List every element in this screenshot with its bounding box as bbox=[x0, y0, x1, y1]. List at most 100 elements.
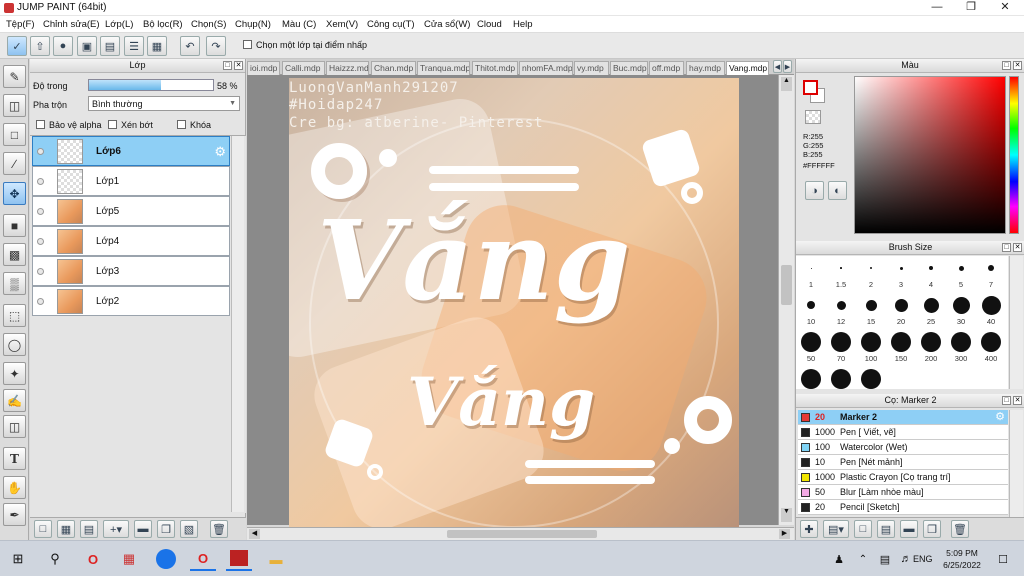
eyedropper-tool-icon[interactable]: ✒ bbox=[3, 503, 26, 526]
search-icon[interactable]: ⚲ bbox=[42, 547, 68, 571]
scroll-thumb[interactable] bbox=[447, 530, 597, 538]
clock[interactable]: 5:09 PM 6/25/2022 bbox=[940, 547, 984, 571]
duplicate-tool-icon[interactable]: ❐ bbox=[923, 520, 941, 538]
brush-size-dot[interactable] bbox=[981, 295, 1001, 315]
duplicate-layer-icon[interactable]: ❐ bbox=[157, 520, 175, 538]
brush-size-dot[interactable] bbox=[891, 332, 911, 352]
clipping-checkbox[interactable] bbox=[108, 120, 117, 129]
panel-close-icon[interactable]: ✕ bbox=[1013, 243, 1022, 252]
tab-off[interactable]: off.mdp bbox=[649, 61, 684, 75]
document-icon[interactable]: ▤ bbox=[100, 36, 120, 56]
hand-tool-icon[interactable]: ✋ bbox=[3, 476, 26, 499]
color-picker-square[interactable] bbox=[854, 76, 1006, 234]
menu-file[interactable]: Tệp(F) bbox=[6, 19, 35, 30]
visibility-icon[interactable] bbox=[37, 298, 44, 305]
select-eraser-tool-icon[interactable]: ◫ bbox=[3, 415, 26, 438]
gear-icon[interactable]: ⚙ bbox=[214, 144, 226, 160]
folder-icon[interactable]: ▬ bbox=[134, 520, 152, 538]
layer-row[interactable]: Lớp1 bbox=[32, 166, 230, 196]
tool-row[interactable]: 1000 Plastic Crayon [Cọ trang trí] bbox=[798, 470, 1008, 485]
panel-close-icon[interactable]: ✕ bbox=[1013, 396, 1022, 405]
tab-vang[interactable]: Vang.mdp bbox=[726, 61, 769, 75]
select-layer-checkbox[interactable] bbox=[243, 40, 252, 49]
brush-size-dot[interactable] bbox=[801, 332, 821, 352]
visibility-icon[interactable] bbox=[37, 238, 44, 245]
scroll-thumb[interactable] bbox=[781, 265, 792, 305]
check-icon[interactable]: ✓ bbox=[7, 36, 27, 56]
undo-icon[interactable]: ↶ bbox=[180, 36, 200, 56]
chat-icon[interactable]: ▣ bbox=[77, 36, 97, 56]
menu-capture[interactable]: Chụp(N) bbox=[235, 19, 271, 30]
visibility-icon[interactable] bbox=[37, 208, 44, 215]
lock-option[interactable]: Khóa bbox=[177, 120, 211, 130]
hue-slider[interactable] bbox=[1009, 76, 1019, 234]
brush-size-dot[interactable] bbox=[981, 332, 1001, 352]
gear-icon[interactable]: ⚙ bbox=[995, 410, 1005, 424]
panel-float-icon[interactable]: □ bbox=[1002, 243, 1011, 252]
tab-tranqua[interactable]: Tranqua.mdp bbox=[417, 61, 470, 75]
tab-prev-icon[interactable]: ◀ bbox=[773, 60, 782, 73]
brush-size-dot[interactable] bbox=[921, 332, 941, 352]
panel-float-icon[interactable]: □ bbox=[1002, 396, 1011, 405]
brush-size-dot[interactable] bbox=[870, 267, 872, 269]
layer-row[interactable]: Lớp6 ⚙ bbox=[32, 136, 230, 166]
brush-size-dot[interactable] bbox=[810, 267, 812, 269]
move-tool-icon[interactable]: ✥ bbox=[3, 182, 26, 205]
tool-list-scrollbar[interactable] bbox=[1009, 410, 1023, 518]
brush-size-dot[interactable] bbox=[861, 369, 881, 389]
add-tool-icon[interactable]: ✚ bbox=[800, 520, 818, 538]
opera-icon[interactable]: O bbox=[190, 547, 216, 571]
brush-size-dot[interactable] bbox=[899, 266, 903, 270]
minimize-button[interactable]: — bbox=[920, 0, 954, 16]
brush-size-dot[interactable] bbox=[929, 266, 933, 270]
opera-icon[interactable]: O bbox=[80, 547, 106, 571]
brush-tool-icon[interactable]: ✎ bbox=[3, 65, 26, 88]
scroll-left-icon[interactable]: ◀ bbox=[249, 529, 260, 539]
layer-row[interactable]: Lớp4 bbox=[32, 226, 230, 256]
tool-row[interactable]: 1000 Pen [ Viết, vẽ] bbox=[798, 425, 1008, 440]
panel-float-icon[interactable]: □ bbox=[223, 61, 232, 70]
line-tool-icon[interactable]: ∕ bbox=[3, 152, 26, 175]
blend-mode-select[interactable]: Bình thường ▼ bbox=[88, 96, 240, 111]
folder-icon[interactable]: ▬ bbox=[900, 520, 918, 538]
panel-close-icon[interactable]: ✕ bbox=[1013, 61, 1022, 70]
notification-icon[interactable]: ☐ bbox=[990, 547, 1016, 571]
layer-scrollbar[interactable] bbox=[231, 136, 244, 512]
tool-row[interactable]: 50 Blur [Làm nhòe màu] bbox=[798, 485, 1008, 500]
brush-size-dot[interactable] bbox=[831, 332, 851, 352]
canvas[interactable]: LuongVanManh291207 #Hoidap247 Cre bg: at… bbox=[289, 78, 739, 527]
menu-cloud[interactable]: Cloud bbox=[477, 19, 502, 30]
tool-doc-icon[interactable]: □ bbox=[854, 520, 872, 538]
lock-checkbox[interactable] bbox=[177, 120, 186, 129]
menu-view[interactable]: Xem(V) bbox=[326, 19, 358, 30]
brush-size-dot[interactable] bbox=[807, 301, 815, 309]
new-layer-icon[interactable]: □ bbox=[34, 520, 52, 538]
brush-size-dot[interactable] bbox=[861, 332, 881, 352]
brush-size-dot[interactable] bbox=[923, 297, 939, 313]
file-explorer-icon[interactable]: ▬ bbox=[263, 547, 289, 571]
brush-size-dot[interactable] bbox=[988, 265, 994, 271]
menu-select[interactable]: Chọn(S) bbox=[191, 19, 226, 30]
lasso-tool-icon[interactable]: ◯ bbox=[3, 333, 26, 356]
protect-alpha-checkbox[interactable] bbox=[36, 120, 45, 129]
language-indicator[interactable]: ENG bbox=[913, 554, 933, 564]
brush-size-dot[interactable] bbox=[831, 369, 851, 389]
shape-tool-icon[interactable]: □ bbox=[3, 123, 26, 146]
foreground-color-swatch[interactable] bbox=[803, 80, 818, 95]
menu-layer[interactable]: Lớp(L) bbox=[105, 19, 133, 30]
layer-row[interactable]: Lớp5 bbox=[32, 196, 230, 226]
people-icon[interactable]: ♟ bbox=[826, 547, 852, 571]
fill-rect-tool-icon[interactable]: ■ bbox=[3, 214, 26, 237]
merge-layer-icon[interactable]: ▧ bbox=[180, 520, 198, 538]
tool-row[interactable]: 20 Marker 2 ⚙ bbox=[798, 410, 1008, 425]
brush-size-dot[interactable] bbox=[865, 299, 877, 311]
transparent-color-swatch[interactable] bbox=[805, 110, 821, 124]
export-icon[interactable]: ⇧ bbox=[30, 36, 50, 56]
trash-icon[interactable]: 🗑 bbox=[951, 520, 969, 538]
menu-tools[interactable]: Công cụ(T) bbox=[367, 19, 415, 30]
palette-settings-icon[interactable]: ◐ bbox=[828, 181, 847, 200]
visibility-icon[interactable] bbox=[37, 148, 44, 155]
menu-edit[interactable]: Chỉnh sửa(E) bbox=[43, 19, 100, 30]
magic-wand-tool-icon[interactable]: ✦ bbox=[3, 362, 26, 385]
comment-icon[interactable]: ● bbox=[53, 36, 73, 56]
